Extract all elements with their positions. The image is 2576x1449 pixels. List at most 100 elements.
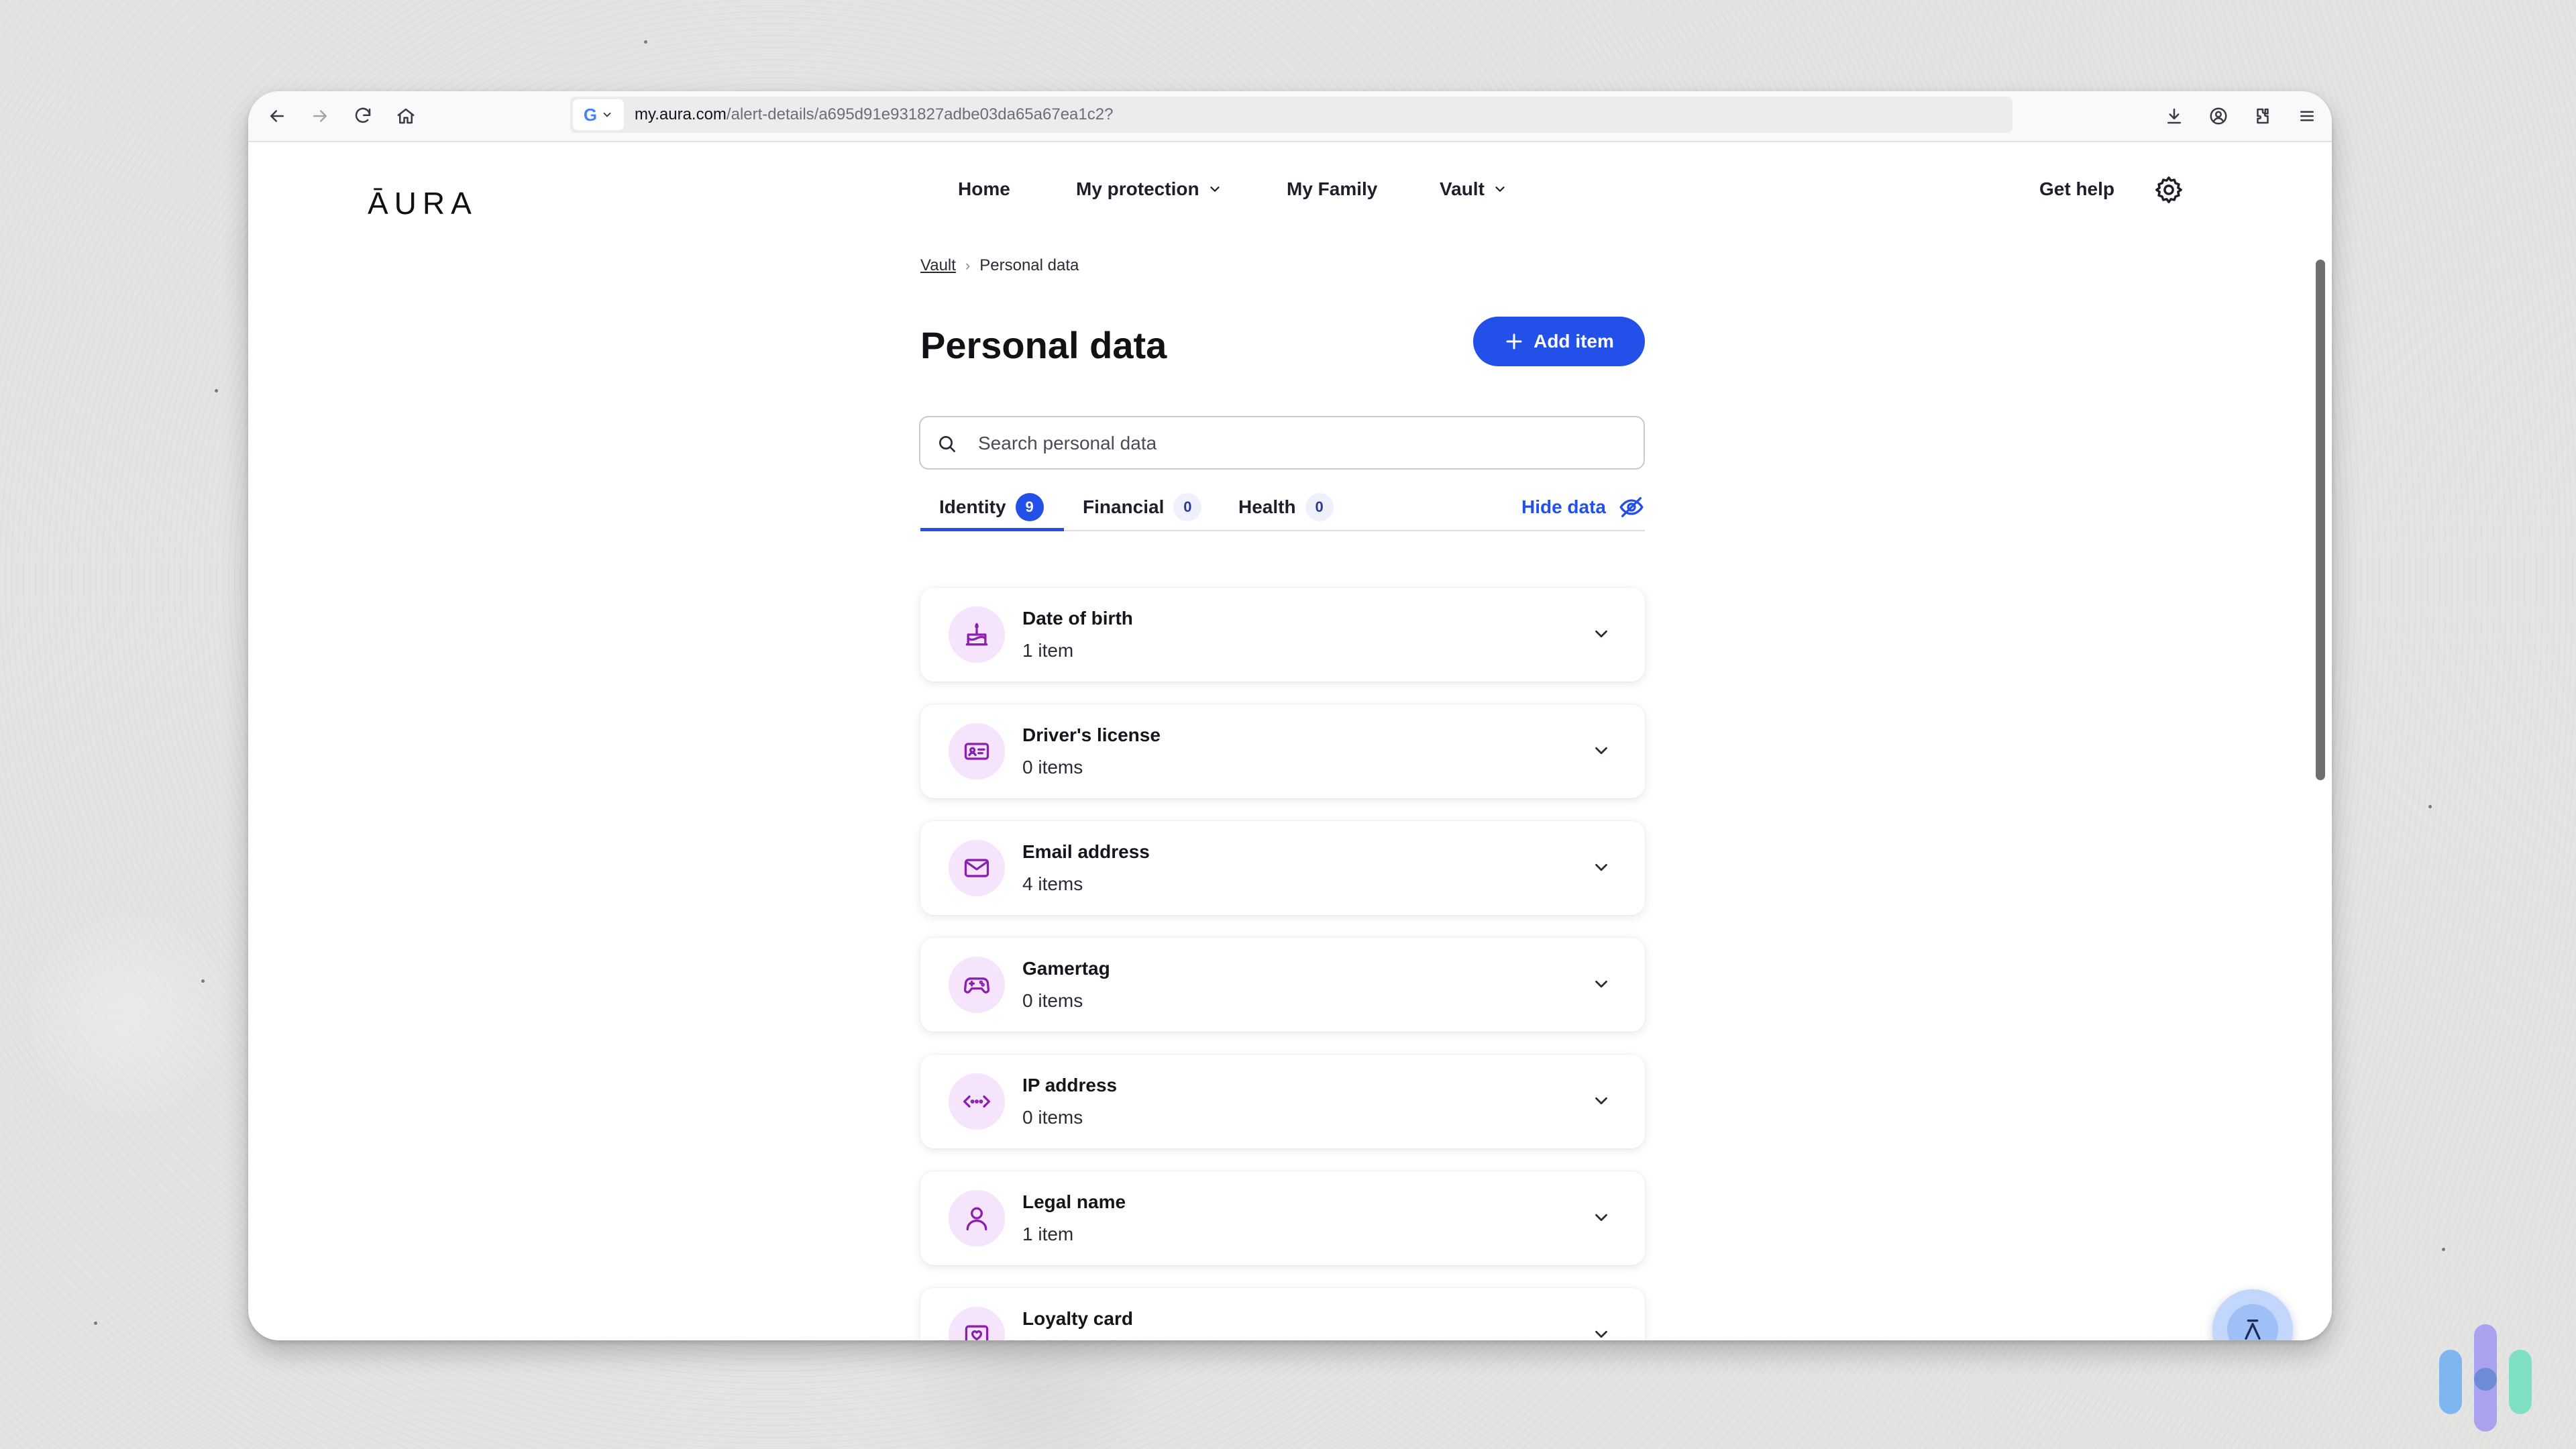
- browser-window: G my.aura.com/alert-details/a695d91e9318…: [248, 91, 2332, 1340]
- reload-button[interactable]: [347, 101, 378, 131]
- puzzle-icon: [2257, 108, 2269, 124]
- chevron-down-icon[interactable]: [1591, 1324, 1611, 1340]
- category-title: Legal name: [1022, 1191, 1126, 1212]
- search-input[interactable]: [977, 417, 1623, 470]
- home-button[interactable]: [390, 101, 421, 131]
- tab-identity[interactable]: Identity 9: [939, 484, 1044, 530]
- account-icon: [2210, 107, 2227, 125]
- background-speck: [201, 979, 205, 983]
- chevron-down-icon: [1495, 186, 1505, 192]
- forward-arrow-icon: [313, 110, 327, 122]
- tab-financial-label: Financial: [1083, 496, 1165, 517]
- category-card-date-of-birth[interactable]: Date of birth 1 item: [920, 588, 1645, 682]
- reload-icon: [355, 107, 371, 123]
- category-card-gamertag[interactable]: Gamertag 0 items: [920, 938, 1645, 1032]
- active-tab-indicator: [920, 528, 1064, 531]
- url-path: /alert-details/a695d91e931827adbe03da65a…: [726, 105, 1114, 123]
- gamepad-icon: [963, 977, 990, 994]
- id-card-icon: [964, 743, 989, 760]
- chevron-down-icon[interactable]: [1591, 974, 1611, 994]
- get-help-link[interactable]: Get help: [2039, 176, 2114, 203]
- chevron-down-icon[interactable]: [1591, 857, 1611, 877]
- chevron-down-icon: [603, 112, 611, 117]
- address-bar[interactable]: G my.aura.com/alert-details/a695d91e9318…: [570, 97, 2012, 133]
- nav-my-protection[interactable]: My protection: [1076, 176, 1222, 203]
- nav-my-family-label: My Family: [1287, 178, 1378, 199]
- aura-a-icon: [2245, 1320, 2261, 1340]
- chevron-down-icon: [1210, 186, 1220, 192]
- tab-financial[interactable]: Financial 0: [1083, 484, 1202, 530]
- settings-gear-icon[interactable]: [2153, 174, 2184, 205]
- tab-health[interactable]: Health 0: [1238, 484, 1334, 530]
- back-button[interactable]: [262, 101, 292, 131]
- breadcrumb-separator: ›: [965, 257, 971, 274]
- add-item-button[interactable]: Add item: [1473, 317, 1645, 366]
- tab-financial-count: 0: [1173, 493, 1202, 521]
- category-card-loyalty-card[interactable]: Loyalty card: [920, 1288, 1645, 1340]
- person-icon: [966, 1207, 987, 1231]
- category-card-email-address[interactable]: Email address 4 items: [920, 821, 1645, 915]
- category-card-legal-name[interactable]: Legal name 1 item: [920, 1171, 1645, 1265]
- category-card-drivers-license[interactable]: Driver's license 0 items: [920, 704, 1645, 798]
- category-icon-badge: [949, 1073, 1005, 1130]
- breadcrumb-vault-link[interactable]: Vault: [920, 256, 956, 275]
- hide-data-label: Hide data: [1521, 496, 1606, 517]
- nav-vault-label: Vault: [1440, 178, 1485, 199]
- category-count: 0 items: [1022, 1107, 1083, 1128]
- chevron-down-icon[interactable]: [1591, 1208, 1611, 1228]
- forward-button[interactable]: [305, 101, 335, 131]
- plus-icon: [1506, 333, 1522, 350]
- browser-toolbar: G my.aura.com/alert-details/a695d91e9318…: [248, 91, 2332, 142]
- background-speck: [215, 389, 218, 392]
- google-icon: G: [583, 104, 598, 125]
- eye-off-icon: [1619, 497, 1644, 517]
- category-tabs: Identity 9 Financial 0 Health 0 Hide dat…: [920, 484, 1645, 531]
- chevron-down-icon[interactable]: [1591, 624, 1611, 644]
- url-host: my.aura.com: [635, 105, 727, 123]
- category-title: Date of birth: [1022, 608, 1133, 629]
- category-count: 4 items: [1022, 873, 1083, 894]
- cake-icon: [965, 623, 988, 646]
- tab-identity-count: 9: [1015, 493, 1044, 521]
- downloads-button[interactable]: [2159, 101, 2190, 131]
- category-icon-badge: [949, 606, 1005, 663]
- aura-assistant-button[interactable]: [2212, 1289, 2293, 1340]
- search-engine-selector[interactable]: G: [573, 99, 624, 130]
- search-box[interactable]: [919, 416, 1645, 470]
- watermark-logo: [2439, 1324, 2532, 1432]
- nav-my-family[interactable]: My Family: [1287, 176, 1377, 203]
- hide-data-toggle[interactable]: Hide data: [1521, 484, 1645, 530]
- category-card-ip-address[interactable]: IP address 0 items: [920, 1055, 1645, 1148]
- category-icon-badge: [949, 1190, 1005, 1246]
- tab-identity-label: Identity: [939, 496, 1006, 517]
- hamburger-icon: [2300, 111, 2314, 121]
- category-count: 1 item: [1022, 640, 1074, 661]
- get-help-label: Get help: [2039, 178, 2115, 199]
- page-viewport[interactable]: ĀURA Home My protection My Family Vault …: [248, 142, 2332, 1340]
- network-arrows-icon: [963, 1095, 990, 1108]
- account-button[interactable]: [2203, 101, 2234, 131]
- tab-health-label: Health: [1238, 496, 1296, 517]
- category-icon-badge: [949, 1307, 1005, 1340]
- category-count: 1 item: [1022, 1224, 1074, 1244]
- page-scrollbar[interactable]: [2316, 260, 2325, 780]
- category-icon-badge: [949, 957, 1005, 1013]
- logo-text: ĀURA: [368, 186, 478, 221]
- add-item-label: Add item: [1534, 331, 1614, 352]
- home-icon: [397, 108, 415, 124]
- nav-vault[interactable]: Vault: [1440, 176, 1507, 203]
- category-icon-badge: [949, 840, 1005, 896]
- category-title: Gamertag: [1022, 958, 1110, 979]
- category-title: Email address: [1022, 841, 1150, 862]
- category-title: Driver's license: [1022, 724, 1161, 745]
- breadcrumb: Vault › Personal data: [920, 256, 1079, 275]
- nav-home[interactable]: Home: [958, 176, 1010, 203]
- chevron-down-icon[interactable]: [1591, 741, 1611, 761]
- download-icon: [2167, 108, 2181, 124]
- chevron-down-icon[interactable]: [1591, 1091, 1611, 1111]
- url-text[interactable]: my.aura.com/alert-details/a695d91e931827…: [635, 97, 1113, 133]
- page-title: Personal data: [920, 324, 1167, 366]
- aura-logo[interactable]: ĀURA: [368, 185, 478, 221]
- menu-button[interactable]: [2292, 101, 2322, 131]
- extensions-button[interactable]: [2247, 101, 2278, 131]
